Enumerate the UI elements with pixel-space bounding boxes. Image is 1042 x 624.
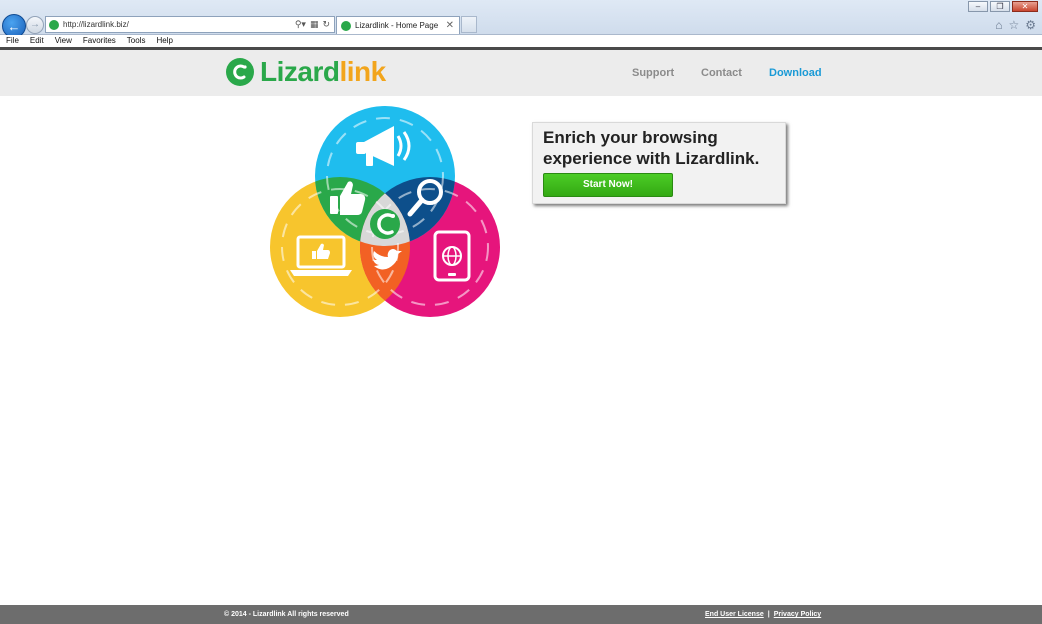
restore-button[interactable]: ❐ bbox=[990, 1, 1010, 12]
address-bar[interactable]: http://lizardlink.biz/ ⚲▾ ▦ ↻ bbox=[45, 16, 335, 33]
forward-button[interactable]: → bbox=[26, 16, 44, 34]
menu-bar: File Edit View Favorites Tools Help bbox=[0, 35, 1042, 47]
browser-tab[interactable]: Lizardlink - Home Page ✕ bbox=[336, 16, 460, 34]
logo-word-link: link bbox=[339, 56, 386, 87]
browser-chrome: ← → http://lizardlink.biz/ ⚲▾ ▦ ↻ Lizard… bbox=[0, 0, 1042, 38]
menu-tools[interactable]: Tools bbox=[121, 35, 151, 47]
site-logo[interactable]: Lizardlink bbox=[226, 56, 386, 88]
close-window-button[interactable]: ✕ bbox=[1012, 1, 1038, 12]
eula-link[interactable]: End User License bbox=[705, 611, 764, 618]
home-icon[interactable]: ⌂ bbox=[995, 18, 1002, 32]
address-url[interactable]: http://lizardlink.biz/ bbox=[63, 20, 295, 29]
minimize-button[interactable]: – bbox=[968, 1, 988, 12]
tab-close-icon[interactable]: ✕ bbox=[446, 20, 454, 31]
nav-support-link[interactable]: Support bbox=[632, 67, 674, 79]
menu-view[interactable]: View bbox=[49, 35, 77, 47]
tab-title: Lizardlink - Home Page bbox=[355, 21, 439, 30]
menu-file[interactable]: File bbox=[0, 35, 24, 47]
tab-favicon bbox=[341, 20, 351, 31]
site-favicon bbox=[49, 19, 59, 30]
forward-arrow-icon: → bbox=[30, 19, 40, 30]
back-arrow-icon: ← bbox=[7, 18, 21, 34]
nav-contact-link[interactable]: Contact bbox=[701, 67, 742, 79]
start-now-button[interactable]: Start Now! bbox=[543, 173, 673, 197]
nav-download-link[interactable]: Download bbox=[769, 67, 822, 79]
footer-copyright: © 2014 - Lizardlink All rights reserved bbox=[224, 611, 349, 618]
logo-word-lizard: Lizard bbox=[260, 56, 340, 87]
site-header: Lizardlink Support Contact Download bbox=[0, 47, 1042, 96]
privacy-policy-link[interactable]: Privacy Policy bbox=[774, 611, 821, 618]
favorites-star-icon[interactable]: ☆ bbox=[1008, 18, 1019, 32]
compat-view-icon[interactable]: ▦ bbox=[310, 19, 319, 30]
footer-separator: | bbox=[767, 611, 770, 618]
menu-edit[interactable]: Edit bbox=[24, 35, 49, 47]
site-footer: © 2014 - Lizardlink All rights reserved … bbox=[0, 605, 1042, 624]
refresh-icon[interactable]: ↻ bbox=[322, 19, 330, 30]
logo-wordmark: Lizardlink bbox=[260, 57, 386, 87]
lizard-icon bbox=[226, 58, 254, 86]
menu-favorites[interactable]: Favorites bbox=[77, 35, 121, 47]
browser-toolbar-icons: ⌂ ☆ ⚙ bbox=[995, 18, 1036, 32]
center-lizard-icon bbox=[370, 209, 400, 239]
promo-heading: Enrich your browsing experience with Liz… bbox=[543, 128, 760, 168]
new-tab-button[interactable] bbox=[461, 16, 477, 33]
settings-gear-icon[interactable]: ⚙ bbox=[1025, 18, 1036, 32]
menu-help[interactable]: Help bbox=[150, 35, 177, 47]
hero-venn-illustration bbox=[268, 104, 504, 320]
promo-card: Enrich your browsing experience with Liz… bbox=[532, 122, 786, 204]
search-icon[interactable]: ⚲▾ bbox=[295, 19, 306, 30]
window-controls: – ❐ ✕ bbox=[968, 1, 1038, 12]
footer-legal-links: End User License | Privacy Policy bbox=[705, 611, 821, 618]
